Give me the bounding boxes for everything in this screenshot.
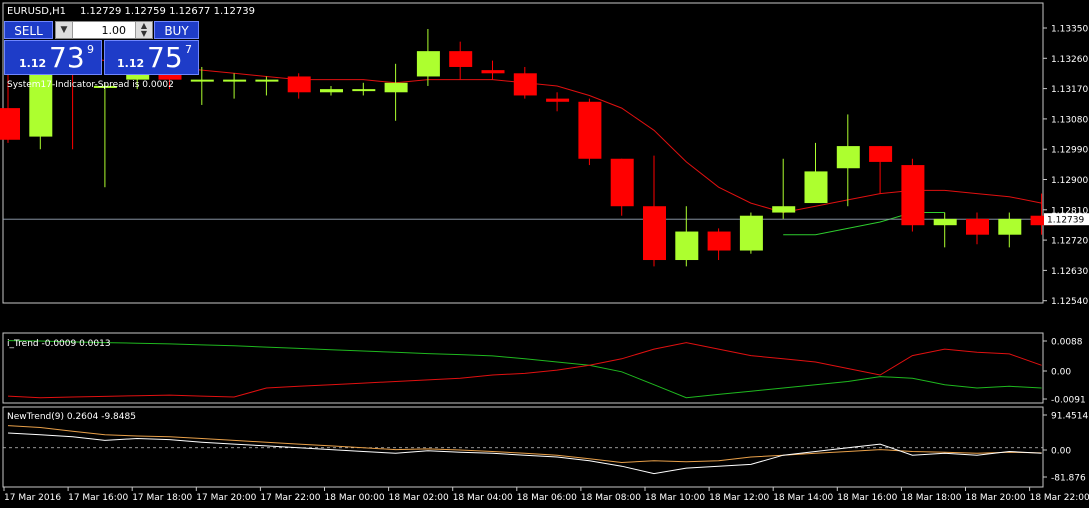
- time-axis-label: 18 Mar 20:00: [966, 493, 1026, 503]
- time-axis-label: 17 Mar 22:00: [260, 493, 320, 503]
- candle-body: [0, 108, 20, 140]
- newtrend-layer: [3, 425, 1043, 475]
- buy-button[interactable]: BUY: [154, 21, 199, 39]
- candle-body: [287, 76, 311, 93]
- sub1-title: i_Trend -0.0009 0.0013: [7, 339, 111, 349]
- candle-body: [772, 206, 796, 213]
- time-axis-label: 18 Mar 04:00: [453, 493, 513, 503]
- sell-price-big: 73: [49, 41, 85, 74]
- price-axis-label: 1.13350: [1051, 25, 1088, 35]
- current-price-label: 1.12739: [1047, 216, 1084, 226]
- price-axis-label: 1.12990: [1051, 146, 1088, 156]
- candle-body: [255, 79, 279, 82]
- lot-size-value: 1.00: [101, 24, 127, 37]
- i-trend-layer: [7, 340, 1042, 399]
- indicator-note: System17-Indicator-Spread is 0.0002: [7, 80, 174, 90]
- time-axis-label: 18 Mar 10:00: [645, 493, 705, 503]
- candle-body: [675, 231, 699, 261]
- price-axis-label: 1.12540: [1051, 297, 1088, 307]
- buy-price-prefix: 1.12: [117, 57, 145, 70]
- i-trend-red-line: [7, 342, 1042, 399]
- candle-body: [546, 98, 570, 102]
- candle-body: [416, 51, 440, 77]
- chart-header-ohlc: 1.12729 1.12759 1.12677 1.12739: [80, 6, 255, 17]
- candle-body: [190, 79, 214, 82]
- buy-price-big: 75: [147, 41, 183, 74]
- time-axis-label: 18 Mar 02:00: [389, 493, 449, 503]
- candle-body: [836, 146, 860, 169]
- newtrend-orange-line: [7, 425, 1042, 464]
- sub1-axis-label: -0.0091: [1051, 396, 1086, 406]
- chart-header-symbol: EURUSD,H1: [7, 6, 66, 17]
- sub2-axis-label: -81.876: [1051, 474, 1086, 484]
- time-axis-label: 18 Mar 00:00: [325, 493, 385, 503]
- sell-quote[interactable]: 1.12 73 9: [4, 40, 102, 75]
- candle-body: [869, 146, 893, 162]
- sub1-axis-label: 0.00: [1051, 368, 1071, 378]
- candle-body: [384, 82, 408, 93]
- sub1-axis-label: 0.0088: [1051, 338, 1083, 348]
- one-click-trading-panel: SELL ▼ 1.00 ▲ ▼ BUY 1.12 73 9 1.12 75 7: [4, 21, 199, 75]
- sell-button[interactable]: SELL: [4, 21, 53, 39]
- time-axis-label: 18 Mar 08:00: [581, 493, 641, 503]
- candle-body: [966, 218, 989, 235]
- time-axis-label: 17 Mar 18:00: [132, 493, 192, 503]
- candle-body: [933, 218, 957, 226]
- candle-body: [223, 79, 247, 82]
- price-axis-label: 1.13080: [1051, 115, 1088, 125]
- sub2-title: NewTrend(9) 0.2604 -9.8485: [7, 412, 136, 422]
- sub2-panel-border: [2, 406, 1044, 488]
- price-axis-label: 1.12630: [1051, 267, 1088, 277]
- time-axis-label: 18 Mar 14:00: [773, 493, 833, 503]
- price-axis-label: 1.13260: [1051, 55, 1088, 65]
- sub2-axis-label: 0.00: [1051, 447, 1071, 457]
- buy-quote[interactable]: 1.12 75 7: [104, 40, 199, 75]
- lot-size-field[interactable]: ▼ 1.00 ▲ ▼: [55, 21, 153, 39]
- price-axis-label: 1.12720: [1051, 237, 1088, 247]
- i-trend-green-line: [7, 340, 1042, 399]
- candle-body: [320, 89, 343, 93]
- candle-body: [998, 218, 1022, 235]
- candle-body: [739, 215, 763, 251]
- price-chart[interactable]: 1.133501.132601.131701.130801.129901.129…: [0, 0, 1089, 508]
- chevron-down-icon[interactable]: ▼: [56, 22, 73, 38]
- price-axis-label: 1.13170: [1051, 85, 1088, 95]
- candle-body: [449, 51, 473, 67]
- time-axis-label: 18 Mar 06:00: [517, 493, 577, 503]
- candle-body: [804, 171, 828, 204]
- candle-body: [513, 73, 537, 96]
- time-axis-label: 17 Mar 20:00: [196, 493, 256, 503]
- candle-body: [707, 231, 731, 251]
- candle-body: [578, 101, 602, 159]
- price-axis-label: 1.12900: [1051, 176, 1088, 186]
- candle-body: [610, 158, 634, 207]
- time-axis-label: 18 Mar 22:00: [1030, 493, 1089, 503]
- candle-body: [481, 70, 505, 74]
- sell-price-prefix: 1.12: [19, 57, 47, 70]
- sell-price-pip: 9: [87, 43, 94, 56]
- candle-body: [643, 206, 666, 261]
- time-axis-label: 18 Mar 18:00: [901, 493, 961, 503]
- candle-body: [352, 89, 376, 92]
- buy-price-pip: 7: [185, 43, 192, 56]
- sub2-axis-label: 91.4514: [1051, 412, 1088, 422]
- candle-body: [901, 165, 925, 226]
- time-axis-label: 18 Mar 12:00: [709, 493, 769, 503]
- time-axis-label: 17 Mar 2016: [4, 493, 61, 503]
- axes-layer: 1.133501.132601.131701.130801.129901.129…: [3, 25, 1089, 503]
- lot-spinner[interactable]: ▲ ▼: [135, 22, 152, 38]
- time-axis-label: 18 Mar 16:00: [837, 493, 897, 503]
- time-axis-label: 17 Mar 16:00: [68, 493, 128, 503]
